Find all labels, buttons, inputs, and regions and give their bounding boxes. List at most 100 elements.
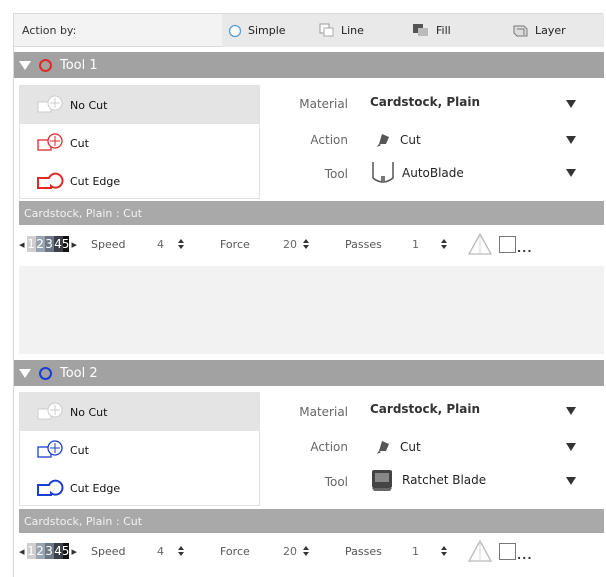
cut-edge-label: Cut Edge [70, 174, 121, 188]
blade-depth-selector[interactable]: ◂ 1 2 3 4 5 ▸ [19, 536, 77, 566]
force-stepper-arrows-icon[interactable] [303, 546, 309, 556]
mat-preview-icon[interactable] [499, 229, 516, 259]
tool-1-title: Tool 1 [60, 57, 98, 73]
ratchet-blade-icon [372, 470, 392, 491]
force-stepper[interactable]: 20 [283, 229, 309, 259]
blue-circle-icon [39, 366, 52, 380]
mode-simple-button[interactable]: Simple [228, 14, 286, 47]
cut-edge-icon [37, 479, 64, 496]
passes-label: Passes [345, 544, 382, 558]
tool-2-cut-option[interactable]: Cut [20, 431, 259, 469]
action-value[interactable]: Cut [376, 132, 421, 148]
force-label: Force [220, 237, 250, 251]
action-value[interactable]: Cut [376, 439, 421, 455]
circle-outline-icon [228, 24, 242, 37]
force-label: Force [220, 544, 250, 558]
layer-icon [513, 25, 528, 37]
blade-digit-4: 4 [53, 543, 63, 559]
material-label: Material [299, 97, 348, 111]
action-by-bar: Action by: Simple Line Fill Layer [14, 14, 604, 47]
speed-stepper[interactable]: 4 [157, 536, 184, 566]
blade-digit-4: 4 [53, 236, 63, 252]
passes-label: Passes [345, 237, 382, 251]
line-icon [319, 23, 334, 37]
arrow-left-icon[interactable]: ◂ [19, 545, 25, 558]
fill-icon [413, 24, 428, 36]
passes-value: 1 [412, 237, 419, 251]
tool-2-settings: ◂ 1 2 3 4 5 ▸ Speed 4 Force 20 Passes 1 [19, 536, 604, 566]
tool-2-cut-options: No Cut Cut Cut Edge [19, 392, 260, 506]
cut-blade-icon [377, 134, 389, 147]
tool-2-title: Tool 2 [60, 365, 98, 381]
tool-1-empty-area [19, 266, 604, 354]
speed-stepper-arrows-icon[interactable] [178, 546, 184, 556]
blade-digit-1: 1 [26, 236, 36, 252]
collapse-triangle-icon[interactable] [19, 368, 31, 378]
tool-dropdown-icon[interactable] [566, 477, 576, 485]
no-cut-label: No Cut [70, 98, 108, 112]
more-options-button[interactable]: ... [517, 233, 533, 263]
tool-2-header[interactable]: Tool 2 [14, 360, 604, 386]
no-cut-icon [37, 402, 63, 420]
mode-layer-button[interactable]: Layer [512, 14, 566, 47]
mode-line-button[interactable]: Line [319, 14, 364, 47]
tool-value[interactable]: AutoBlade [370, 160, 464, 186]
tool-label: Tool [324, 167, 348, 181]
action-mode-selector: Simple Line Fill Layer [222, 14, 604, 47]
arrow-left-icon[interactable]: ◂ [19, 238, 25, 251]
force-value: 20 [283, 237, 297, 251]
square-outline-icon [499, 542, 516, 560]
action-value-label: Cut [400, 440, 421, 454]
passes-stepper[interactable]: 1 [412, 536, 447, 566]
cut-label: Cut [70, 443, 89, 457]
blade-angle-icon[interactable] [466, 536, 494, 566]
material-dropdown-icon[interactable] [566, 100, 576, 108]
tool-1-cut-edge-option[interactable]: Cut Edge [20, 162, 259, 200]
tool-1-summary: Cardstock, Plain : Cut [19, 201, 604, 225]
speed-stepper[interactable]: 4 [157, 229, 184, 259]
material-label: Material [299, 405, 348, 419]
tool-1-cut-option[interactable]: Cut [20, 124, 259, 162]
passes-stepper[interactable]: 1 [412, 229, 447, 259]
more-options-button[interactable]: ... [517, 540, 533, 570]
blade-depth-selector[interactable]: ◂ 1 2 3 4 5 ▸ [19, 229, 77, 259]
blade-digit-2: 2 [35, 236, 45, 252]
material-dropdown-icon[interactable] [566, 407, 576, 415]
material-value[interactable]: Cardstock, Plain [370, 95, 480, 109]
passes-stepper-arrows-icon[interactable] [441, 239, 447, 249]
no-cut-label: No Cut [70, 405, 108, 419]
arrow-right-icon[interactable]: ▸ [72, 238, 78, 251]
no-cut-icon [37, 95, 63, 113]
tool-1-no-cut-option[interactable]: No Cut [20, 86, 259, 124]
blade-angle-icon[interactable] [466, 229, 494, 259]
blade-digit-2: 2 [35, 543, 45, 559]
action-dropdown-icon[interactable] [566, 136, 576, 144]
blade-number-strip[interactable]: 1 2 3 4 5 [26, 543, 69, 559]
tool-value-label: Ratchet Blade [402, 473, 487, 487]
red-circle-icon [39, 58, 52, 72]
mode-fill-button[interactable]: Fill [412, 14, 451, 47]
blade-digit-1: 1 [26, 543, 36, 559]
arrow-right-icon[interactable]: ▸ [72, 545, 78, 558]
force-stepper[interactable]: 20 [283, 536, 309, 566]
mat-preview-icon[interactable] [499, 536, 516, 566]
mode-fill-label: Fill [436, 24, 451, 37]
action-dropdown-icon[interactable] [566, 443, 576, 451]
more-dots-icon: ... [517, 548, 533, 562]
tool-1-header[interactable]: Tool 1 [14, 52, 604, 78]
action-label: Action [310, 440, 348, 454]
material-value[interactable]: Cardstock, Plain [370, 402, 480, 416]
tool-2-no-cut-option[interactable]: No Cut [20, 393, 259, 431]
blade-number-strip[interactable]: 1 2 3 4 5 [26, 236, 69, 252]
speed-label: Speed [91, 544, 126, 558]
speed-stepper-arrows-icon[interactable] [178, 239, 184, 249]
tool-dropdown-icon[interactable] [566, 169, 576, 177]
mode-layer-label: Layer [535, 24, 566, 37]
speed-label: Speed [91, 237, 126, 251]
blade-digit-5: 5 [62, 236, 69, 252]
force-stepper-arrows-icon[interactable] [303, 239, 309, 249]
tool-2-cut-edge-option[interactable]: Cut Edge [20, 469, 259, 507]
passes-stepper-arrows-icon[interactable] [441, 546, 447, 556]
tool-value[interactable]: Ratchet Blade [370, 468, 486, 492]
collapse-triangle-icon[interactable] [19, 60, 31, 70]
